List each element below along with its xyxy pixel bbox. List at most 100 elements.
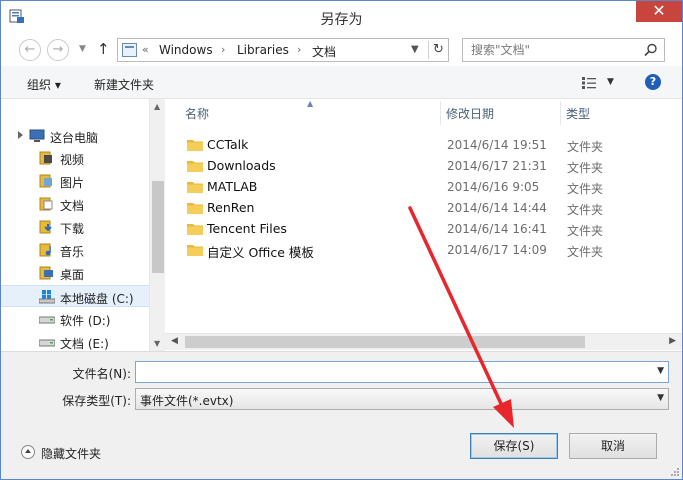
desktop-icon: [39, 266, 53, 280]
breadcrumb-overflow[interactable]: «: [142, 43, 149, 56]
table-row[interactable]: 自定义 Office 模板 2014/6/17 14:09 文件夹: [179, 239, 669, 260]
table-row[interactable]: RenRen 2014/6/14 14:44 文件夹: [179, 197, 669, 218]
column-divider[interactable]: [440, 101, 441, 125]
file-type: 文件夹: [567, 140, 604, 154]
expand-arrow-icon[interactable]: [18, 131, 23, 139]
resize-grip-icon[interactable]: [670, 467, 680, 477]
column-header-type[interactable]: 类型: [566, 105, 590, 122]
folder-icon: [187, 161, 203, 172]
window-title: 另存为: [320, 12, 363, 28]
new-folder-button[interactable]: 新建文件夹: [94, 76, 154, 93]
filename-field[interactable]: [140, 364, 640, 380]
up-button[interactable]: ↑: [97, 40, 110, 58]
filetype-value: 事件文件(*.evtx): [140, 394, 234, 408]
filename-chevron-down-icon[interactable]: ▼: [657, 366, 664, 376]
filetype-label: 保存类型(T):: [62, 394, 131, 408]
file-date: 2014/6/17 14:09: [447, 243, 547, 257]
sidebar-item-drive-e[interactable]: 文档 (E:): [1, 331, 149, 351]
column-divider[interactable]: [560, 101, 561, 125]
scrollbar-thumb[interactable]: [152, 181, 164, 273]
music-library-icon: [39, 243, 51, 257]
file-type: 文件夹: [567, 224, 604, 238]
scroll-left-arrow-icon[interactable]: ◀: [171, 336, 178, 346]
title-bar: 另存为 ✕: [1, 1, 682, 32]
collapse-arrow-icon: [21, 445, 35, 459]
cancel-button[interactable]: 取消: [569, 433, 657, 459]
scroll-right-arrow-icon[interactable]: ▶: [669, 336, 676, 346]
hide-folders-label: 隐藏文件夹: [41, 447, 102, 461]
back-arrow-icon: ←: [24, 42, 36, 57]
sidebar-item-documents[interactable]: 文档: [1, 193, 149, 215]
breadcrumb-separator[interactable]: ›: [297, 43, 301, 56]
sidebar-item-videos[interactable]: 视频: [1, 147, 149, 169]
sidebar-item-label: 软件 (D:): [60, 314, 111, 328]
video-library-icon: [39, 151, 52, 165]
downloads-icon: [39, 220, 52, 234]
library-icon: [122, 43, 137, 57]
search-box[interactable]: [462, 38, 665, 62]
navigation-pane-scrollbar[interactable]: ▲ ▼: [149, 99, 165, 351]
sidebar-item-drive-d[interactable]: 软件 (D:): [1, 308, 149, 330]
table-row[interactable]: CCTalk 2014/6/14 19:51 文件夹: [179, 134, 669, 155]
table-row[interactable]: Downloads 2014/6/17 21:31 文件夹: [179, 155, 669, 176]
recent-locations-chevron-icon[interactable]: ▼: [79, 44, 86, 54]
breadcrumb-libraries[interactable]: Libraries: [237, 43, 289, 57]
view-chevron-down-icon[interactable]: ▼: [607, 77, 614, 87]
filetype-select[interactable]: 事件文件(*.evtx) ▼: [135, 388, 669, 410]
filetype-chevron-down-icon[interactable]: ▼: [657, 393, 664, 403]
sidebar-item-this-pc[interactable]: 这台电脑: [1, 125, 149, 147]
file-type: 文件夹: [567, 161, 604, 175]
pictures-library-icon: [39, 174, 52, 188]
table-row[interactable]: Tencent Files 2014/6/14 16:41 文件夹: [179, 218, 669, 239]
file-name: Tencent Files: [207, 221, 287, 236]
file-type: 文件夹: [567, 203, 604, 217]
sidebar-item-local-disk-c[interactable]: 本地磁盘 (C:): [1, 285, 149, 307]
refresh-button[interactable]: ↻: [428, 41, 448, 59]
back-button[interactable]: ←: [19, 39, 41, 61]
sidebar-item-desktop[interactable]: 桌面: [1, 262, 149, 284]
search-icon[interactable]: [644, 43, 658, 57]
sort-ascending-icon: ▲: [307, 99, 314, 108]
file-list-horizontal-scrollbar[interactable]: ◀ ▶: [165, 333, 682, 350]
breadcrumb-documents[interactable]: 文档: [312, 43, 336, 60]
navigation-bar: ← → ▼ ↑ « Windows › Libraries › 文档 ▼ ↻: [1, 32, 682, 66]
help-icon[interactable]: ?: [645, 74, 661, 90]
sidebar-item-label: 桌面: [60, 268, 85, 282]
scroll-down-arrow-icon[interactable]: ▼: [154, 339, 160, 348]
scroll-up-arrow-icon[interactable]: ▲: [154, 102, 160, 111]
column-header-name[interactable]: 名称: [185, 105, 209, 122]
address-history-chevron-icon[interactable]: ▼: [411, 44, 419, 55]
windows-drive-icon: [39, 290, 55, 304]
breadcrumb-separator[interactable]: ›: [221, 43, 225, 56]
filename-label: 文件名(N):: [72, 367, 131, 381]
forward-button[interactable]: →: [47, 39, 69, 61]
file-date: 2014/6/16 9:05: [447, 180, 540, 194]
sidebar-item-label: 下载: [60, 222, 85, 236]
breadcrumb-windows[interactable]: Windows: [159, 43, 213, 57]
documents-library-icon: [39, 197, 53, 211]
close-button[interactable]: ✕: [636, 1, 682, 22]
filename-combobox[interactable]: ▼: [135, 361, 669, 383]
file-name: Downloads: [207, 158, 276, 173]
sidebar-item-label: 本地磁盘 (C:): [60, 292, 134, 306]
hide-folders-toggle[interactable]: 隐藏文件夹: [21, 444, 111, 462]
sidebar-item-label: 图片: [60, 176, 85, 190]
save-button[interactable]: 保存(S): [470, 433, 558, 459]
file-type: 文件夹: [567, 182, 604, 196]
file-date: 2014/6/14 16:41: [447, 222, 547, 236]
search-input[interactable]: [471, 41, 641, 59]
folder-icon: [187, 245, 203, 256]
view-options-icon[interactable]: [581, 76, 597, 90]
navigation-pane: 这台电脑 视频 图片 文档 下载 音乐 桌面 本地磁盘 (C:) 软件 (D:)…: [1, 99, 165, 351]
column-header-date-modified[interactable]: 修改日期: [446, 105, 494, 122]
sidebar-item-music[interactable]: 音乐: [1, 239, 149, 261]
file-type: 文件夹: [567, 245, 604, 259]
sidebar-item-label: 文档: [60, 199, 85, 213]
sidebar-item-pictures[interactable]: 图片: [1, 170, 149, 192]
scrollbar-thumb[interactable]: [185, 336, 585, 348]
organize-menu[interactable]: 组织 ▾: [27, 76, 61, 93]
address-bar[interactable]: « Windows › Libraries › 文档 ▼ ↻: [117, 38, 449, 62]
sidebar-item-downloads[interactable]: 下载: [1, 216, 149, 238]
table-row[interactable]: MATLAB 2014/6/16 9:05 文件夹: [179, 176, 669, 197]
sidebar-item-label: 视频: [60, 153, 85, 167]
